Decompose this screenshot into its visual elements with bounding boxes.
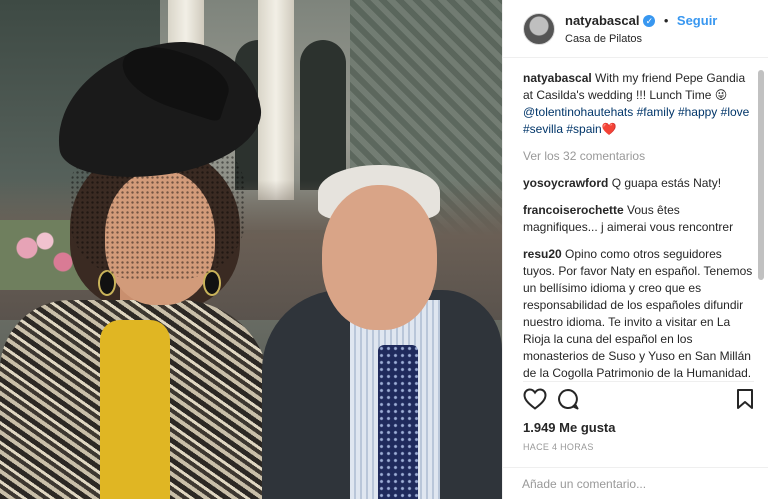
- post-timestamp: HACE 4 HORAS: [523, 442, 594, 452]
- column: [258, 0, 294, 200]
- caption-username[interactable]: natyabascal: [523, 71, 592, 85]
- man-tie: [378, 345, 418, 499]
- scrollbar-thumb[interactable]: [758, 70, 764, 280]
- arch: [300, 40, 346, 190]
- view-comments-link[interactable]: Ver los 32 comentarios: [523, 148, 754, 165]
- comment-username[interactable]: francoiserochette: [523, 203, 624, 217]
- verified-badge-icon: ✓: [643, 14, 656, 27]
- comment-username[interactable]: resu20: [523, 247, 562, 261]
- separator-dot: •: [663, 13, 669, 28]
- man-face: [322, 185, 437, 330]
- comment: francoiserochette Vous êtes magnifiques.…: [523, 202, 754, 236]
- comment-text: Q guapa estás Naty!: [608, 176, 722, 190]
- likes-count[interactable]: 1.949 Me gusta: [523, 420, 616, 435]
- post-sidebar: natyabascal ✓ • Seguir Casa de Pilatos n…: [502, 0, 768, 499]
- instagram-post-view: natyabascal ✓ • Seguir Casa de Pilatos n…: [0, 0, 768, 499]
- bookmark-icon[interactable]: [736, 388, 754, 415]
- username: natyabascal: [565, 13, 640, 28]
- post-actions: 1.949 Me gusta HACE 4 HORAS: [523, 381, 754, 467]
- woman-blouse: [100, 320, 170, 499]
- comment-username[interactable]: yosoycrawford: [523, 176, 608, 190]
- comment-input[interactable]: [522, 476, 748, 491]
- comment-bubble-icon[interactable]: [557, 388, 579, 415]
- comment: yosoycrawford Q guapa estás Naty!: [523, 175, 754, 192]
- header-top-line: natyabascal ✓ • Seguir: [565, 12, 717, 30]
- comments-list[interactable]: natyabascal With my friend Pepe Gandia a…: [503, 58, 768, 381]
- comments-scrollbar[interactable]: [758, 70, 764, 390]
- post-header: natyabascal ✓ • Seguir Casa de Pilatos: [503, 0, 768, 58]
- heart-outline-icon[interactable]: [523, 388, 547, 415]
- caption: natyabascal With my friend Pepe Gandia a…: [523, 70, 754, 138]
- username-link[interactable]: natyabascal ✓: [565, 13, 656, 28]
- location-link[interactable]: Casa de Pilatos: [565, 33, 717, 45]
- avatar[interactable]: [523, 12, 555, 45]
- comment-text: Opino como otros seguidores tuyos. Por f…: [523, 247, 753, 380]
- comment: resu20 Opino como otros seguidores tuyos…: [523, 246, 754, 381]
- follow-button[interactable]: Seguir: [677, 13, 717, 28]
- caption-tags[interactable]: @tolentinohautehats #family #happy #love…: [523, 105, 749, 136]
- add-comment-bar: [502, 467, 768, 499]
- header-text: natyabascal ✓ • Seguir Casa de Pilatos: [565, 12, 717, 45]
- post-photo[interactable]: [0, 0, 502, 499]
